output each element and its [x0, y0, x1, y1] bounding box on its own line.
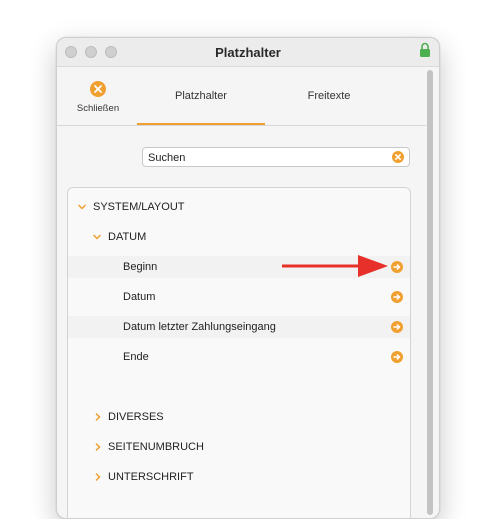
chevron-right-icon: [95, 472, 101, 482]
title-bar: Platzhalter: [57, 38, 439, 67]
search-field: [142, 147, 410, 167]
tree-item-label: Ende: [123, 351, 149, 363]
chevron-right-icon: [95, 412, 101, 422]
tree-item-label: Datum letzter Zahlungseingang: [123, 321, 276, 333]
tree-group-system-layout[interactable]: SYSTEM/LAYOUT: [68, 196, 410, 218]
arrow-right-circle-icon[interactable]: [391, 321, 403, 333]
close-circle-icon: [90, 81, 106, 97]
toolbar: Schließen Platzhalter Freitexte: [57, 67, 427, 126]
tree-item-ende[interactable]: Ende: [68, 346, 410, 368]
placeholder-tree: SYSTEM/LAYOUT DATUM Beginn Datum Datum l…: [67, 187, 411, 518]
tree-group-label: UNTERSCHRIFT: [108, 471, 194, 483]
scrollbar-thumb[interactable]: [427, 70, 433, 515]
tree-item-label: Datum: [123, 291, 156, 303]
active-tab-indicator: [137, 123, 265, 125]
tree-item-label: Beginn: [123, 261, 158, 273]
tab-platzhalter[interactable]: Platzhalter: [137, 67, 265, 125]
annotation-arrow-icon: [282, 255, 388, 277]
chevron-right-icon: [95, 442, 101, 452]
arrow-right-circle-icon[interactable]: [391, 351, 403, 363]
tree-group-unterschrift[interactable]: UNTERSCHRIFT: [68, 466, 410, 488]
tree-item-datum-letzter-zahlungseingang[interactable]: Datum letzter Zahlungseingang: [68, 316, 410, 338]
tree-group-datum[interactable]: DATUM: [68, 226, 410, 248]
tree-group-seitenumbruch[interactable]: SEITENUMBRUCH: [68, 436, 410, 458]
chevron-down-icon: [92, 234, 102, 240]
close-button[interactable]: Schließen: [73, 81, 123, 114]
tree-group-label: DATUM: [108, 231, 147, 243]
vertical-scrollbar[interactable]: [426, 68, 434, 518]
close-label: Schließen: [76, 103, 120, 114]
window-title: Platzhalter: [215, 45, 281, 60]
arrow-right-circle-icon[interactable]: [391, 291, 403, 303]
chevron-down-icon: [77, 204, 87, 210]
tab-freitexte[interactable]: Freitexte: [265, 67, 393, 125]
lock-icon: [420, 42, 430, 57]
tree-item-datum[interactable]: Datum: [68, 286, 410, 308]
arrow-right-circle-icon[interactable]: [391, 261, 403, 273]
tree-group-label: SYSTEM/LAYOUT: [93, 201, 185, 213]
search-input[interactable]: [148, 150, 384, 165]
tree-group-label: SEITENUMBRUCH: [108, 441, 204, 453]
tree-group-diverses[interactable]: DIVERSES: [68, 406, 410, 428]
tree-group-label: DIVERSES: [108, 411, 164, 423]
clear-circle-icon[interactable]: [392, 151, 404, 163]
